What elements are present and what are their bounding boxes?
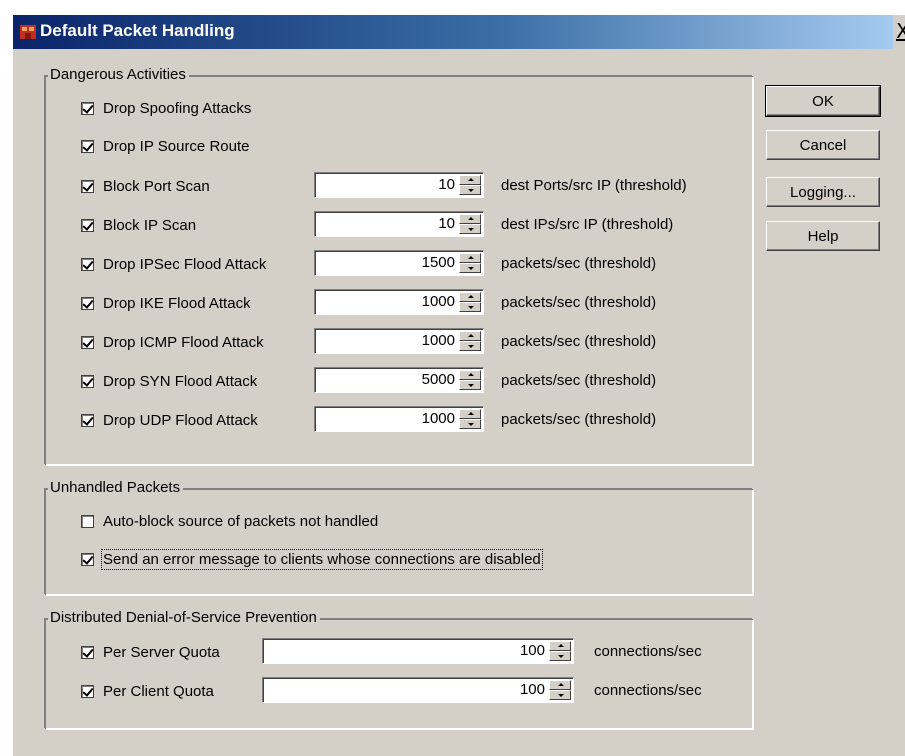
ddos-prevention-legend: Distributed Denial-of-Service Prevention (48, 609, 320, 626)
udp-flood-unit: packets/sec (threshold) (501, 411, 657, 428)
checkbox-label: Drop ICMP Flood Attack (103, 333, 264, 351)
checkbox-box[interactable] (81, 101, 94, 115)
spinner-value: 1000 (421, 332, 455, 349)
port-scan-threshold-spinner[interactable]: 10 (314, 172, 484, 198)
ddos-prevention-group: Distributed Denial-of-Service Prevention (45, 609, 753, 729)
per-server-quota-checkbox[interactable]: Per Server Quota (81, 641, 220, 663)
auto-block-checkbox[interactable]: Auto-block source of packets not handled (81, 510, 378, 532)
spinner-value: 100 (519, 681, 545, 698)
checkbox-box[interactable] (81, 218, 94, 232)
spin-up-arrow-icon[interactable] (459, 331, 481, 341)
ike-flood-threshold-spinner[interactable]: 1000 (314, 289, 484, 315)
drop-ipsec-flood-checkbox[interactable]: Drop IPSec Flood Attack (81, 253, 266, 275)
ip-scan-unit: dest IPs/src IP (threshold) (501, 216, 674, 233)
checkbox-label: Drop UDP Flood Attack (103, 411, 258, 429)
cancel-button[interactable]: Cancel (766, 130, 880, 160)
checkbox-label: Drop IP Source Route (103, 137, 250, 155)
spin-up-arrow-icon[interactable] (459, 214, 481, 224)
ip-scan-threshold-spinner[interactable]: 10 (314, 211, 484, 237)
per-server-quota-unit: connections/sec (594, 643, 702, 660)
checkbox-box[interactable] (81, 684, 94, 698)
checkbox-label: Per Server Quota (103, 643, 220, 661)
checkbox-box[interactable] (81, 296, 94, 310)
icmp-flood-unit: packets/sec (threshold) (501, 333, 657, 350)
dangerous-activities-legend: Dangerous Activities (48, 66, 189, 83)
checkbox-label: Drop IPSec Flood Attack (103, 255, 267, 273)
checkbox-box[interactable] (81, 179, 94, 193)
checkbox-box[interactable] (81, 374, 94, 388)
checkbox-label: Auto-block source of packets not handled (103, 512, 379, 530)
drop-ip-source-route-checkbox[interactable]: Drop IP Source Route (81, 135, 249, 157)
syn-flood-unit: packets/sec (threshold) (501, 372, 657, 389)
spin-up-arrow-icon[interactable] (459, 175, 481, 185)
title-bar[interactable]: Default Packet Handling (13, 15, 893, 49)
checkbox-label: Block IP Scan (103, 216, 197, 234)
block-ip-scan-checkbox[interactable]: Block IP Scan (81, 214, 196, 236)
spin-up-arrow-icon[interactable] (549, 641, 571, 651)
ike-flood-unit: packets/sec (threshold) (501, 294, 657, 311)
spin-down-arrow-icon[interactable] (459, 263, 481, 273)
block-port-scan-checkbox[interactable]: Block Port Scan (81, 175, 210, 197)
checkbox-box[interactable] (81, 335, 94, 349)
firebox-app-icon (20, 25, 36, 39)
spin-down-arrow-icon[interactable] (549, 651, 571, 661)
icmp-flood-threshold-spinner[interactable]: 1000 (314, 328, 484, 354)
checkbox-label: Send an error message to clients whose c… (101, 548, 543, 570)
ipsec-flood-threshold-spinner[interactable]: 1500 (314, 250, 484, 276)
spinner-value: 1000 (421, 293, 455, 310)
spin-down-arrow-icon[interactable] (459, 341, 481, 351)
spin-down-arrow-icon[interactable] (459, 185, 481, 195)
per-client-quota-spinner[interactable]: 100 (262, 677, 574, 703)
spin-down-arrow-icon[interactable] (459, 302, 481, 312)
checkbox-label: Block Port Scan (103, 177, 210, 195)
spinner-value: 100 (519, 642, 545, 659)
spinner-value: 1500 (421, 254, 455, 271)
spin-down-arrow-icon[interactable] (459, 380, 481, 390)
spin-up-arrow-icon[interactable] (549, 680, 571, 690)
checkbox-label: Drop IKE Flood Attack (103, 294, 251, 312)
spin-down-arrow-icon[interactable] (459, 419, 481, 429)
drop-spoofing-attacks-checkbox[interactable]: Drop Spoofing Attacks (81, 97, 251, 119)
help-button[interactable]: Help (766, 221, 880, 251)
spin-up-arrow-icon[interactable] (459, 292, 481, 302)
drop-icmp-flood-checkbox[interactable]: Drop ICMP Flood Attack (81, 331, 264, 353)
per-server-quota-spinner[interactable]: 100 (262, 638, 574, 664)
spinner-value: 10 (438, 176, 455, 193)
drop-ike-flood-checkbox[interactable]: Drop IKE Flood Attack (81, 292, 251, 314)
unhandled-packets-group: Unhandled Packets (45, 479, 753, 595)
checkbox-label: Per Client Quota (103, 682, 214, 700)
checkbox-box[interactable] (81, 552, 94, 566)
window-title: Default Packet Handling (40, 21, 235, 40)
checkbox-label: Drop SYN Flood Attack (103, 372, 258, 390)
per-client-quota-unit: connections/sec (594, 682, 702, 699)
unhandled-packets-legend: Unhandled Packets (48, 479, 184, 496)
close-icon[interactable]: X (896, 18, 905, 44)
syn-flood-threshold-spinner[interactable]: 5000 (314, 367, 484, 393)
spin-up-arrow-icon[interactable] (459, 370, 481, 380)
per-client-quota-checkbox[interactable]: Per Client Quota (81, 680, 214, 702)
ipsec-flood-unit: packets/sec (threshold) (501, 255, 657, 272)
dialog-window: Default Packet Handling X Dangerous Acti… (12, 14, 905, 756)
checkbox-box[interactable] (81, 139, 94, 153)
logging-button[interactable]: Logging... (766, 177, 880, 207)
port-scan-unit: dest Ports/src IP (threshold) (501, 177, 687, 194)
spinner-value: 10 (438, 215, 455, 232)
send-error-message-checkbox[interactable]: Send an error message to clients whose c… (81, 548, 543, 570)
spin-down-arrow-icon[interactable] (459, 224, 481, 234)
udp-flood-threshold-spinner[interactable]: 1000 (314, 406, 484, 432)
spin-down-arrow-icon[interactable] (549, 690, 571, 700)
checkbox-label: Drop Spoofing Attacks (103, 99, 252, 117)
drop-udp-flood-checkbox[interactable]: Drop UDP Flood Attack (81, 409, 258, 431)
ok-button[interactable]: OK (765, 85, 881, 117)
spin-up-arrow-icon[interactable] (459, 253, 481, 263)
checkbox-box[interactable] (81, 645, 94, 659)
checkbox-box[interactable] (81, 413, 94, 427)
checkbox-box[interactable] (81, 514, 94, 528)
spinner-value: 1000 (421, 410, 455, 427)
spin-up-arrow-icon[interactable] (459, 409, 481, 419)
spinner-value: 5000 (421, 371, 455, 388)
checkbox-box[interactable] (81, 257, 94, 271)
drop-syn-flood-checkbox[interactable]: Drop SYN Flood Attack (81, 370, 257, 392)
